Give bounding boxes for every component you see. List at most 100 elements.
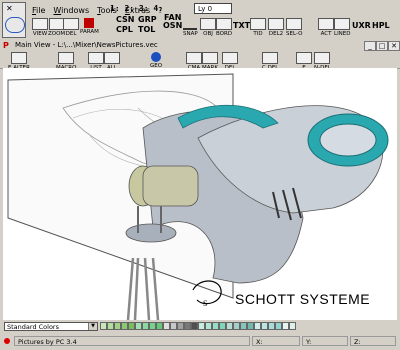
minimize-icon[interactable]: _ (364, 41, 376, 51)
color-swatch[interactable] (135, 322, 142, 330)
app-logo[interactable]: ✕ (2, 2, 26, 38)
color-swatch[interactable] (233, 322, 240, 330)
color-swatch[interactable] (275, 322, 282, 330)
color-swatch[interactable] (177, 322, 184, 330)
param-icon (84, 18, 95, 28)
color-swatch[interactable] (114, 322, 121, 330)
param-button[interactable]: PARAM (80, 18, 99, 35)
color-swatches (100, 322, 296, 330)
border-icon (216, 18, 233, 30)
mixer-opening (319, 123, 377, 157)
select-icon (286, 18, 303, 30)
chevron-down-icon[interactable]: ▼ (88, 323, 97, 330)
macro-icon (58, 52, 75, 64)
e-icon (296, 52, 312, 64)
fan-button[interactable]: FAN (164, 14, 181, 22)
base-plate (125, 223, 177, 243)
info-button[interactable]: GEO (150, 52, 162, 69)
color-swatch[interactable] (170, 322, 177, 330)
close-window-icon[interactable]: ✕ (388, 41, 400, 51)
del2-icon (268, 18, 284, 30)
window-title: Main View - L:\...\Mixer\NewsPictures.ve… (15, 41, 158, 49)
window-titlebar: P Main View - L:\...\Mixer\NewsPictures.… (0, 40, 400, 51)
color-swatch[interactable] (142, 322, 149, 330)
color-swatch[interactable] (128, 322, 135, 330)
edit-toolbar: E ALTER MACRO LIST ALL GEO CMA MARK DEL … (0, 51, 400, 71)
drawing-canvas[interactable]: S SCHOTT SYSTEME (3, 68, 397, 320)
menu-file[interactable]: File (32, 6, 45, 16)
snap-icon (183, 18, 198, 30)
color-swatch[interactable] (219, 322, 226, 330)
del2-button[interactable]: DEL2 (268, 18, 284, 37)
txt-button[interactable]: TXT (233, 22, 250, 30)
color-swatch[interactable] (268, 322, 275, 330)
color-swatch[interactable] (226, 322, 233, 330)
color-palette-label: Standard Colors (7, 323, 59, 331)
tid-icon (250, 18, 266, 30)
color-swatch[interactable] (212, 322, 219, 330)
status-indicator-icon (4, 338, 10, 344)
grp-button[interactable]: GRP (138, 16, 157, 24)
color-swatch[interactable] (289, 322, 296, 330)
n-del-icon (314, 52, 331, 64)
coordinate-tabs[interactable]: 1: 2: 3: 4: (110, 4, 163, 13)
del-icon (222, 52, 238, 64)
tol-button[interactable]: TOL (138, 26, 155, 34)
status-bar: Pictures by PC 3.4 X: Y: Z: (0, 334, 400, 348)
color-palette-select[interactable]: Standard Colors ▼ (4, 322, 98, 331)
color-swatch[interactable] (198, 322, 205, 330)
status-y: Y: (302, 336, 348, 346)
uxr-button[interactable]: UXR (352, 22, 371, 30)
color-swatch[interactable] (149, 322, 156, 330)
color-swatch[interactable] (191, 322, 198, 330)
obj-button[interactable]: OBJ (200, 18, 216, 37)
bord-button[interactable]: BORD (216, 18, 232, 37)
lined-icon (334, 18, 351, 30)
view-button[interactable]: VIEW (32, 18, 48, 37)
status-z: Z: (350, 336, 396, 346)
status-x: X: (252, 336, 300, 346)
color-swatch[interactable] (261, 322, 268, 330)
csn-button[interactable]: CSN (116, 16, 134, 24)
list-icon (88, 52, 104, 64)
layer-select[interactable]: Ly 0 (194, 3, 232, 14)
maximize-icon[interactable]: □ (376, 41, 388, 51)
color-swatch[interactable] (205, 322, 212, 330)
motor-body (142, 165, 199, 207)
act-button[interactable]: ACT (318, 18, 334, 37)
delete-button[interactable]: DEL (63, 18, 79, 37)
mark-icon (202, 52, 218, 64)
schott-logo-icon (5, 17, 25, 33)
c-del-icon (262, 52, 279, 64)
tid-button[interactable]: TID (250, 18, 266, 37)
color-swatch[interactable] (156, 322, 163, 330)
color-swatch[interactable] (184, 322, 191, 330)
alter-icon (10, 52, 27, 64)
color-swatch[interactable] (282, 322, 289, 330)
cma-icon (186, 52, 202, 64)
hpl-button[interactable]: HPL (372, 22, 390, 30)
color-swatch[interactable] (247, 322, 254, 330)
color-swatch[interactable] (254, 322, 261, 330)
info-icon (151, 52, 162, 62)
color-swatch[interactable] (107, 322, 114, 330)
brand-logo-letter: S (203, 299, 207, 308)
menu-windows[interactable]: Windows (53, 6, 89, 16)
color-swatch[interactable] (121, 322, 128, 330)
beaters (126, 257, 160, 320)
osn-button[interactable]: OSN (163, 22, 182, 30)
app-icon: P (3, 41, 9, 50)
delete-icon (63, 18, 79, 30)
mixer-drawing: S SCHOTT SYSTEME (7, 73, 389, 320)
lined-button[interactable]: LINED (334, 18, 351, 37)
all-icon (104, 52, 120, 64)
color-swatch[interactable] (100, 322, 107, 330)
cpl-button[interactable]: CPL (116, 26, 133, 34)
color-swatch[interactable] (240, 322, 247, 330)
close-icon[interactable]: ✕ (6, 4, 13, 13)
view-icon (32, 18, 48, 30)
object-icon (200, 18, 216, 30)
sel-o-button[interactable]: SEL-O (286, 18, 302, 37)
color-swatch[interactable] (163, 322, 170, 330)
snap-button[interactable]: SNAP (183, 18, 198, 37)
